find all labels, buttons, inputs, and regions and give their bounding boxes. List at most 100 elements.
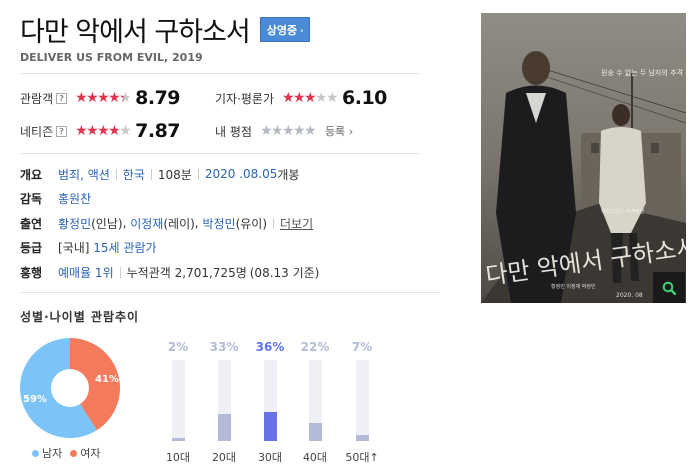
- register-rating-link[interactable]: 등록 ›: [325, 123, 353, 139]
- audience-date: (08.13 기준): [249, 265, 320, 280]
- critics-stars: ★ ★ ★ ★ ★: [282, 90, 339, 106]
- star-icon[interactable]: ★: [271, 124, 284, 138]
- age-column-40대: 22% 40대: [295, 340, 335, 465]
- audience-score: 8.79: [135, 87, 181, 109]
- male-legend-dot: [32, 449, 39, 457]
- cast-link[interactable]: 이정재: [130, 215, 163, 232]
- info-row-cast: 출연 황정민 (인남), 이정재 (레이), 박정민 (유이) 더보기: [20, 211, 430, 236]
- movie-subtitle: DELIVER US FROM EVIL, 2019: [20, 51, 203, 64]
- help-icon[interactable]: ?: [56, 125, 68, 137]
- star-icon: ★: [282, 90, 295, 106]
- age-pct-label: 36%: [255, 340, 285, 354]
- info-row-grade: 등급 [국내] 15세 관람가: [20, 236, 430, 261]
- star-icon: ★: [97, 123, 110, 139]
- cast-role: (레이): [163, 216, 195, 231]
- genre-link[interactable]: 범죄, 액션: [58, 166, 110, 183]
- poster-zoom-button[interactable]: [653, 272, 685, 303]
- netizen-rating-label: 네티즌 ?: [20, 123, 68, 140]
- critics-score: 6.10: [342, 87, 387, 109]
- cast-separator: ,: [122, 216, 131, 231]
- age-column-20대: 33% 20대: [204, 340, 244, 465]
- critics-rating-label: 기자·평론가: [215, 91, 275, 106]
- star-icon[interactable]: ★: [304, 124, 317, 138]
- poster-names: 황정민 이정재 박정민: [551, 283, 596, 290]
- grade-link[interactable]: 15세 관람가: [93, 239, 156, 256]
- divider: [20, 292, 440, 293]
- cast-link[interactable]: 황정민: [58, 215, 91, 232]
- director-link[interactable]: 홍원찬: [58, 190, 91, 207]
- more-cast-link[interactable]: 더보기: [280, 215, 313, 232]
- age-bar: [171, 438, 185, 441]
- poster-tagline: 원숭 수 없는 두 남자의 추격: [601, 68, 683, 77]
- grade-region: [국내]: [58, 241, 90, 256]
- movie-title: 다만 악에서 구하소서: [20, 17, 251, 48]
- poster-corner-text: 하드보일드 추격액션: [601, 208, 644, 215]
- gender-donut-chart: 41% 59%: [20, 338, 120, 438]
- star-icon: ★: [97, 90, 110, 106]
- chevron-right-icon: ›: [300, 25, 304, 35]
- my-rating-label: 내 평점: [215, 124, 252, 139]
- age-column-50대↑: 7% 50대↑: [342, 340, 382, 465]
- female-pct-label: 41%: [95, 374, 119, 385]
- search-icon: [662, 281, 676, 295]
- rating-critics: 기자·평론가 ★ ★ ★ ★ ★ 6.10: [215, 86, 387, 110]
- female-legend-dot: [70, 449, 78, 457]
- age-column-10대: 2% 10대: [158, 340, 198, 465]
- donut-hole: [51, 369, 89, 407]
- cast-link[interactable]: 박정민: [202, 215, 235, 232]
- star-icon: ★: [75, 123, 88, 139]
- movie-info: 개요 범죄, 액션 한국 108분 2020 .08.05 개봉 감독 홍원찬 …: [20, 162, 430, 285]
- star-icon: ★: [108, 90, 121, 106]
- star-icon: ★: [315, 90, 328, 106]
- netizen-stars: ★ ★ ★ ★ ★: [75, 123, 132, 139]
- stats-title: 성별·나이별 관람추이: [20, 310, 140, 324]
- reservation-rank-link[interactable]: 예매율 1위: [58, 264, 114, 281]
- now-showing-button[interactable]: 상영중 ›: [259, 17, 311, 42]
- now-showing-label: 상영중: [266, 24, 298, 37]
- help-icon[interactable]: ?: [56, 92, 68, 104]
- age-pct-label: 33%: [209, 340, 239, 354]
- age-bar: [355, 435, 369, 441]
- gender-legend: 남자 여자: [32, 445, 101, 461]
- info-row-boxoffice: 흥행 예매율 1위 누적관객 2,701,725명 (08.13 기준): [20, 260, 430, 285]
- poster-image: 원숭 수 없는 두 남자의 추격 하드보일드 추격액션 다만 악에서 구하소서 …: [481, 13, 686, 303]
- chevron-right-icon: ›: [348, 125, 354, 138]
- rating-netizen: 네티즌 ? ★ ★ ★ ★ ★ 7.87: [20, 119, 181, 143]
- divider: [119, 266, 121, 278]
- age-label: 20대: [211, 451, 237, 464]
- age-bar-track: [217, 360, 231, 441]
- age-pct-label: 22%: [300, 340, 330, 354]
- age-bar-track: [263, 360, 277, 441]
- age-bar: [308, 423, 322, 441]
- divider: [20, 153, 420, 154]
- boxoffice-label: 흥행: [20, 265, 43, 280]
- country-link[interactable]: 한국: [123, 166, 145, 183]
- overview-label: 개요: [20, 167, 43, 182]
- title-row: 다만 악에서 구하소서 상영중 ›: [20, 10, 311, 49]
- rating-mine: 내 평점 ★ ★ ★ ★ ★ 등록 ›: [215, 119, 353, 143]
- age-bar-track: [171, 360, 185, 441]
- star-icon: ★: [119, 90, 132, 106]
- cast-label: 출연: [20, 216, 43, 231]
- age-column-30대: 36% 30대: [250, 340, 290, 465]
- age-label: 40대: [302, 451, 328, 464]
- audience-count: 2,701,725명: [174, 265, 247, 280]
- audience-prefix: 누적관객: [126, 265, 171, 280]
- age-bar-track: [308, 360, 322, 441]
- star-icon[interactable]: ★: [282, 124, 295, 138]
- star-icon: ★: [86, 123, 99, 139]
- star-icon[interactable]: ★: [293, 124, 306, 138]
- divider: [273, 217, 275, 229]
- movie-poster[interactable]: 원숭 수 없는 두 남자의 추격 하드보일드 추격액션 다만 악에서 구하소서 …: [481, 13, 686, 303]
- release-suffix: 개봉: [277, 167, 300, 182]
- star-icon[interactable]: ★: [260, 124, 273, 138]
- release-date-link[interactable]: 2020 .08.05: [205, 167, 278, 181]
- cast-separator: ,: [194, 216, 203, 231]
- my-rating-stars[interactable]: ★ ★ ★ ★ ★: [260, 124, 317, 138]
- poster-date: 2020. 08: [616, 292, 643, 299]
- male-pct-label: 59%: [23, 394, 47, 405]
- info-row-director: 감독 홍원찬: [20, 187, 430, 212]
- netizen-score: 7.87: [135, 120, 181, 142]
- star-icon: ★: [86, 90, 99, 106]
- grade-label: 등급: [20, 241, 43, 256]
